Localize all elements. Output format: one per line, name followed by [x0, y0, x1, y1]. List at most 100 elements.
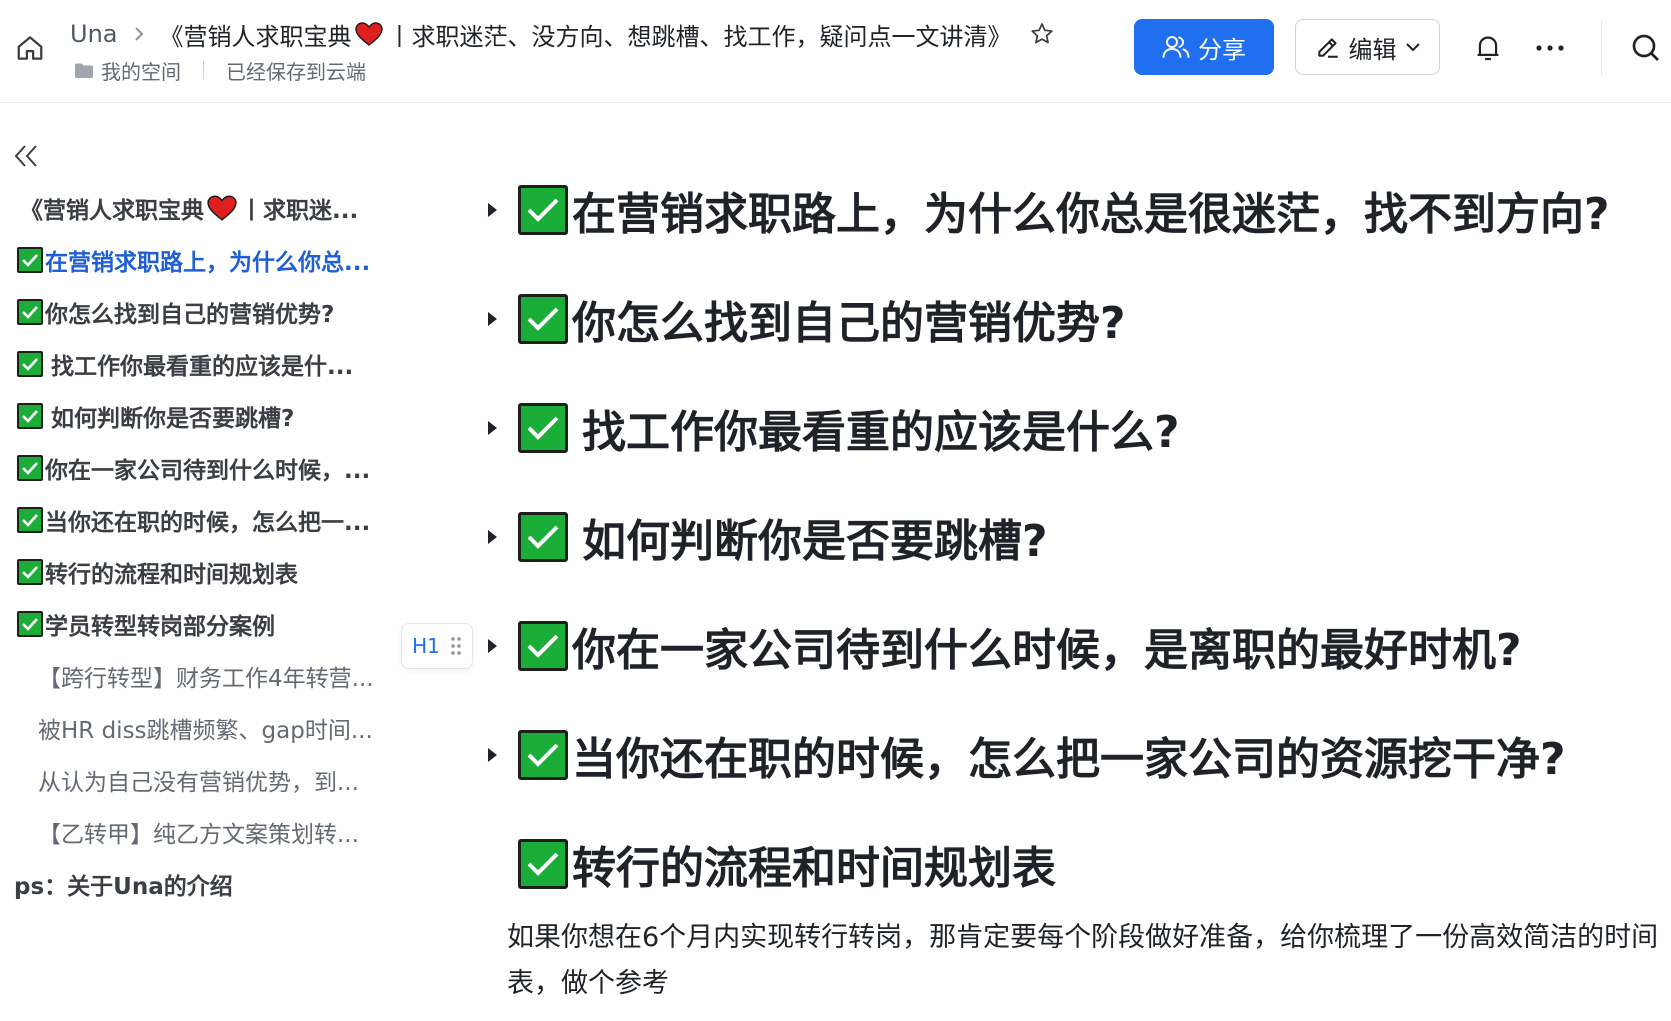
users-icon	[1162, 36, 1190, 58]
caret-right-icon	[488, 748, 497, 762]
checkbox-icon	[17, 247, 43, 273]
outline-item-label: 如何判断你是否要跳槽?	[51, 406, 295, 432]
checkbox-icon	[518, 185, 568, 235]
space-link[interactable]: 我的空间	[101, 56, 181, 85]
outline-item[interactable]: 学员转型转岗部分案例	[0, 599, 400, 649]
search-button[interactable]	[1630, 28, 1670, 68]
checkbox-icon	[17, 403, 43, 429]
outline-item-label: 【乙转甲】纯乙方文案策划转...	[38, 822, 359, 848]
outline-item-active[interactable]: 在营销求职路上，为什么你总...	[0, 235, 400, 285]
outline-item-label: 从认为自己没有营销优势，到...	[38, 770, 359, 796]
outline-item[interactable]: 你在一家公司待到什么时候，...	[0, 443, 400, 493]
checkbox-icon	[518, 512, 568, 562]
top-bar: Una 《营销人求职宝典 丨求职迷茫、没方向、想跳槽、找工作，疑问点一文讲清》 …	[0, 0, 1671, 103]
heading-text: 转行的流程和时间规划表	[572, 843, 1056, 894]
outline-item[interactable]: 当你还在职的时候，怎么把一...	[0, 495, 400, 545]
checkbox-icon	[518, 294, 568, 344]
folder-icon	[74, 62, 94, 79]
home-button[interactable]	[12, 30, 48, 66]
header-divider	[1601, 20, 1602, 76]
share-button[interactable]: 分享	[1134, 19, 1274, 75]
doc-meta-row: 我的空间 已经保存到云端	[74, 56, 366, 84]
meta-divider	[203, 61, 204, 79]
doc-title-part1: 《营销人求职宝典	[159, 22, 352, 51]
caret-right-icon	[488, 530, 497, 544]
caret-right-icon	[488, 639, 497, 653]
heading-block: 转行的流程和时间规划表	[480, 824, 1056, 904]
heading-text: 你怎么找到自己的营销优势?	[572, 298, 1126, 349]
checkbox-icon	[17, 351, 43, 377]
outline-item[interactable]: 转行的流程和时间规划表	[0, 547, 400, 597]
share-label: 分享	[1198, 35, 1246, 64]
heading-block: 如何判断你是否要跳槽?	[480, 497, 1048, 577]
block-type-handle[interactable]: H1	[401, 623, 473, 669]
heading-block: 你怎么找到自己的营销优势?	[480, 279, 1126, 359]
collapse-toggle[interactable]	[480, 198, 504, 222]
outline-item-about[interactable]: ps：关于Una的介绍	[0, 859, 400, 909]
outline-item-label: 《营销人求职宝典	[20, 198, 204, 224]
heart-icon	[207, 195, 237, 221]
edit-mode-dropdown[interactable]: 编辑	[1295, 19, 1440, 75]
more-icon	[1536, 45, 1564, 51]
outline-item-label: 找工作你最看重的应该是什...	[51, 354, 354, 380]
heart-icon	[355, 22, 384, 46]
heading-text: 当你还在职的时候，怎么把一家公司的资源挖干净?	[572, 734, 1566, 785]
outline-item[interactable]: 如何判断你是否要跳槽?	[0, 391, 400, 441]
heading-level-label: H1	[412, 634, 440, 658]
collapse-toggle[interactable]	[480, 634, 504, 658]
checkbox-icon	[518, 621, 568, 671]
checkbox-icon	[17, 455, 43, 481]
doc-title-part2: 丨求职迷茫、没方向、想跳槽、找工作，疑问点一文讲清》	[387, 22, 1012, 51]
heading-block: 当你还在职的时候，怎么把一家公司的资源挖干净?	[480, 715, 1566, 795]
chevron-right-icon	[133, 26, 145, 42]
favorite-star-button[interactable]	[1029, 21, 1055, 47]
body-paragraph: 如果你想在6个月内实现转行转岗，那肯定要每个阶段做好准备，给你梳理了一份高效简洁…	[507, 922, 1659, 999]
breadcrumb-user-link[interactable]: Una	[70, 20, 117, 48]
heading-block: 你在一家公司待到什么时候，是离职的最好时机?	[480, 606, 1522, 686]
search-icon	[1632, 34, 1659, 61]
checkbox-icon	[17, 299, 43, 325]
pencil-icon	[1317, 38, 1338, 58]
outline-item-label: 当你还在职的时候，怎么把一...	[45, 510, 371, 536]
outline-subitem[interactable]: 【跨行转型】财务工作4年转营...	[0, 651, 400, 701]
outline-subitem[interactable]: 被HR diss跳槽频繁、gap时间...	[0, 703, 400, 753]
outline-item-label: 你怎么找到自己的营销优势?	[45, 302, 335, 328]
doc-title: 《营销人求职宝典 丨求职迷茫、没方向、想跳槽、找工作，疑问点一文讲清》	[159, 17, 1011, 52]
outline-subitem[interactable]: 【乙转甲】纯乙方文案策划转...	[0, 807, 400, 857]
outline-item-label: 丨求职迷...	[240, 198, 359, 224]
checkbox-icon	[518, 839, 568, 889]
double-chevron-left-icon	[14, 145, 37, 167]
edit-label: 编辑	[1348, 35, 1397, 64]
collapse-outline-button[interactable]	[10, 140, 42, 172]
outline-item[interactable]: 你怎么找到自己的营销优势?	[0, 287, 400, 337]
bell-icon	[1477, 36, 1499, 61]
home-icon	[17, 36, 43, 60]
checkbox-icon	[17, 507, 43, 533]
more-options-button[interactable]	[1530, 28, 1570, 68]
checkbox-icon	[518, 403, 568, 453]
outline-item-label: 转行的流程和时间规划表	[45, 562, 298, 588]
caret-right-icon	[488, 203, 497, 217]
outline-item-title[interactable]: 《营销人求职宝典 丨求职迷...	[0, 183, 400, 233]
checkbox-icon	[518, 730, 568, 780]
outline-item-label: 学员转型转岗部分案例	[45, 614, 275, 640]
heading-text: 如何判断你是否要跳槽?	[582, 516, 1048, 567]
chevron-down-icon	[1405, 43, 1420, 52]
heading-text: 你在一家公司待到什么时候，是离职的最好时机?	[572, 625, 1522, 676]
checkbox-icon	[17, 611, 43, 637]
drag-handle-icon	[451, 637, 461, 655]
outline-item-label: 【跨行转型】财务工作4年转营...	[38, 666, 374, 692]
caret-right-icon	[488, 421, 497, 435]
heading-text: 找工作你最看重的应该是什么?	[582, 407, 1180, 458]
collapse-toggle[interactable]	[480, 525, 504, 549]
star-icon	[1031, 23, 1054, 44]
collapse-toggle[interactable]	[480, 307, 504, 331]
checkbox-icon	[17, 559, 43, 585]
outline-item[interactable]: 找工作你最看重的应该是什...	[0, 339, 400, 389]
collapse-toggle[interactable]	[480, 416, 504, 440]
collapse-toggle[interactable]	[480, 743, 504, 767]
caret-right-icon	[488, 312, 497, 326]
notifications-button[interactable]	[1468, 28, 1508, 68]
heading-block: 在营销求职路上，为什么你总是很迷茫，找不到方向?	[480, 170, 1610, 250]
outline-subitem[interactable]: 从认为自己没有营销优势，到...	[0, 755, 400, 805]
